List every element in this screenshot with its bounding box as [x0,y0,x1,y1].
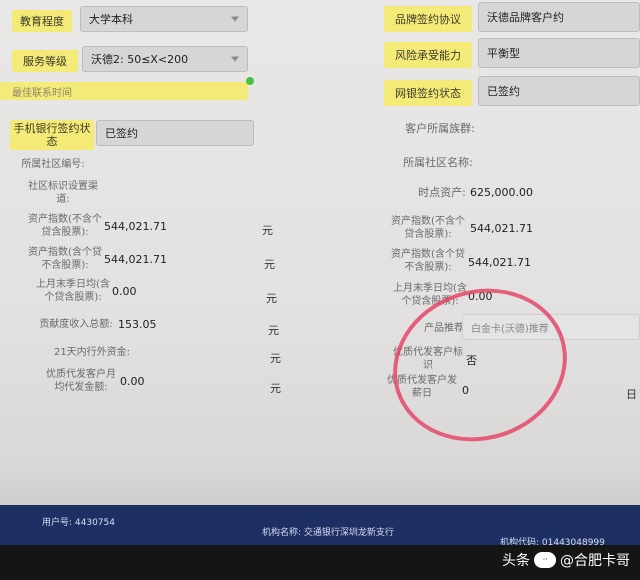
education-value: 大学本科 [89,13,133,26]
contribution-income-label: 贡献度收入总额: [39,319,113,330]
point-assets-label: 时点资产: [418,186,466,199]
community-no-label: 所属社区编号: [21,159,85,170]
watermark-brand: 头条 [502,553,530,569]
contribution-income-value: 153.05 [118,318,157,331]
service-level-value: 沃德2: 50≤X<200 [91,53,189,66]
asset-index-excl-label-right: 资产指数(不含个贷含股票): [391,216,465,240]
unit-yuan: 元 [270,382,281,395]
brand-agreement-select[interactable]: 沃德品牌客户约 [478,2,640,32]
mobile-bank-status-value: 已签约 [105,127,138,140]
last-month-avg-value-left: 0.00 [112,285,137,298]
asset-index-excl-value-right: 544,021.71 [470,222,533,235]
netbank-status-field[interactable]: 已签约 [478,76,640,106]
agent-amount-value: 0.00 [120,375,145,388]
asset-index-incl-label-right: 资产指数(含个贷不含股票): [391,249,465,273]
community-channel-label: 社区标识设置渠道: [28,181,98,205]
education-select[interactable]: 大学本科 [80,6,248,32]
unit-yuan: 元 [262,224,273,237]
unit-yuan: 元 [268,324,279,337]
unit-day: 日 [626,388,637,401]
chevron-down-icon [231,56,239,62]
service-level-label: 服务等级 [12,50,78,72]
asset-index-incl-label-left: 资产指数(含个贷不含股票): [28,247,102,271]
watermark-handle: @合肥卡哥 [560,553,630,569]
mobile-bank-status-label: 手机银行签约状态 [10,120,94,150]
brand-agreement-label: 品牌签约协议 [384,6,472,32]
education-label: 教育程度 [12,10,72,32]
watermark-badge-icon: ᐧᐧ [534,552,556,568]
d21-funds-label: 21天内行外资金: [53,347,131,358]
community-group-label: 客户所属族群: [405,122,475,135]
unit-yuan: 元 [266,292,277,305]
status-org: 机构名称: 交通银行深圳龙新支行 [262,528,394,538]
last-month-avg-label-left: 上月末季日均(含个贷含股票): [36,279,110,303]
asset-index-incl-value-left: 544,021.71 [104,253,167,266]
brand-agreement-value: 沃德品牌客户约 [487,11,564,24]
netbank-status-value: 已签约 [487,85,520,98]
watermark: 头条 ᐧᐧ @合肥卡哥 [502,550,630,570]
risk-capacity-label: 风险承受能力 [384,42,472,68]
status-dot-icon [246,77,254,85]
status-bar: 用户号: 4430754 机构名称: 交通银行深圳龙新支行 机构代码: 0144… [0,505,640,548]
agent-amount-label: 优质代发客户月均代发金额: [46,369,116,393]
unit-yuan: 元 [264,258,275,271]
status-user: 用户号: 4430754 [42,518,115,528]
community-name-label: 所属社区名称: [403,156,473,169]
risk-capacity-value: 平衡型 [487,47,520,60]
point-assets-value: 625,000.00 [470,186,533,199]
asset-index-incl-value-right: 544,021.71 [468,256,531,269]
unit-yuan: 元 [270,352,281,365]
asset-index-excl-value-left: 544,021.71 [104,220,167,233]
netbank-status-label: 网银签约状态 [384,80,472,106]
best-contact-time-label: 最佳联系时间 [0,82,248,100]
chevron-down-icon [231,16,239,22]
asset-index-excl-label-left: 资产指数(不含个贷含股票): [28,214,102,238]
risk-capacity-select[interactable]: 平衡型 [478,38,640,68]
service-level-select[interactable]: 沃德2: 50≤X<200 [82,46,248,72]
mobile-bank-status-field[interactable]: 已签约 [96,120,254,146]
